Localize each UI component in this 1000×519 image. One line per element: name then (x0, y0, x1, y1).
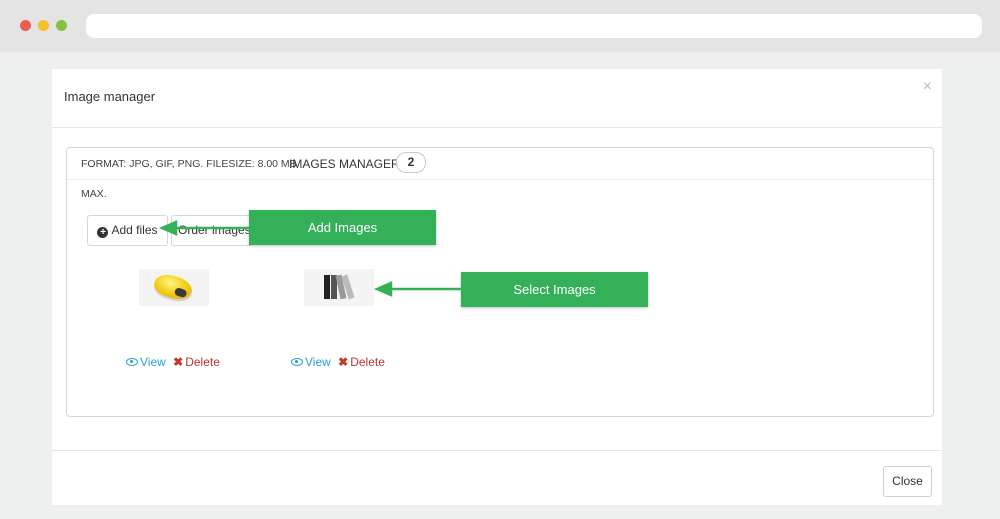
eye-icon (291, 358, 303, 366)
plus-circle-icon: + (97, 227, 109, 238)
images-manager-title: IMAGES MANAGER (289, 157, 400, 171)
close-button[interactable]: Close (883, 466, 932, 497)
image-thumbnail[interactable] (139, 269, 209, 306)
add-files-button[interactable]: + Add files (87, 215, 168, 246)
browser-chrome (0, 0, 1000, 52)
yellow-mouse-image (151, 270, 195, 304)
close-window-icon[interactable] (20, 20, 31, 31)
image-count-badge: 2 (396, 152, 426, 173)
panel-header: FORMAT: JPG, GIF, PNG. FILESIZE: 8.00 MB… (67, 148, 933, 180)
address-bar[interactable] (86, 14, 982, 38)
modal-title: Image manager (64, 89, 156, 104)
view-link[interactable]: View (126, 355, 166, 369)
close-icon[interactable]: × (923, 79, 932, 95)
select-images-callout: Select Images (461, 272, 648, 307)
book-spine (324, 275, 330, 299)
format-info: FORMAT: JPG, GIF, PNG. FILESIZE: 8.00 MB (81, 158, 297, 170)
divider (52, 450, 942, 451)
delete-link[interactable]: ✖ Delete (169, 355, 220, 369)
delete-link[interactable]: ✖ Delete (334, 355, 385, 369)
eye-icon (126, 358, 138, 366)
add-files-label: Add files (111, 223, 158, 237)
image-actions: View ✖ Delete (291, 355, 385, 369)
add-images-callout: Add Images (249, 210, 436, 245)
order-images-button[interactable]: Order images (171, 215, 253, 246)
maximize-window-icon[interactable] (56, 20, 67, 31)
max-info: MAX. (81, 188, 107, 200)
divider (52, 127, 942, 128)
view-link[interactable]: View (291, 355, 331, 369)
image-actions: View ✖ Delete (126, 355, 220, 369)
delete-x-icon: ✖ (173, 355, 184, 369)
image-thumbnail[interactable] (304, 269, 374, 306)
minimize-window-icon[interactable] (38, 20, 49, 31)
delete-x-icon: ✖ (338, 355, 349, 369)
